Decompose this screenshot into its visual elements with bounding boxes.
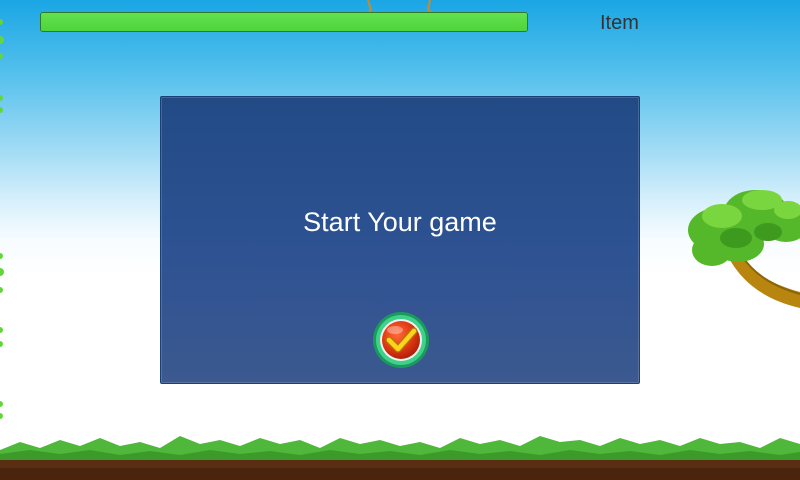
palm-tree bbox=[688, 190, 800, 308]
item-label: Item bbox=[600, 12, 639, 34]
health-bar bbox=[40, 12, 528, 32]
ground bbox=[0, 436, 800, 480]
checkmark-icon bbox=[373, 312, 429, 368]
game-scene: Item Start Your game bbox=[0, 0, 800, 480]
left-vines-decoration bbox=[0, 19, 4, 419]
health-bar-fill bbox=[41, 13, 527, 31]
start-dialog: Start Your game bbox=[160, 96, 640, 384]
dialog-title: Start Your game bbox=[303, 207, 497, 237]
confirm-button[interactable] bbox=[372, 311, 430, 369]
